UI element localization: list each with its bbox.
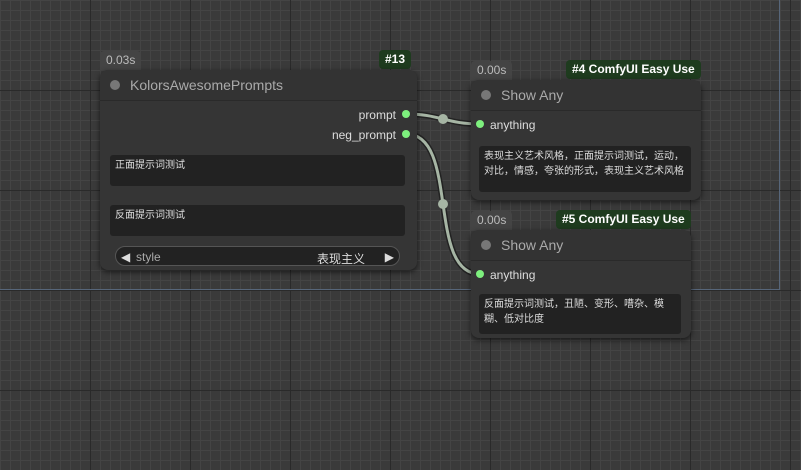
- output-slot-neg-prompt[interactable]: [402, 130, 410, 138]
- style-combo[interactable]: ◀ style 表现主义 ▶: [115, 246, 400, 266]
- style-combo-label: style: [136, 250, 161, 264]
- collapse-dot-icon[interactable]: [110, 80, 120, 90]
- style-combo-value: 表现主义: [316, 252, 365, 266]
- node-exec-time-badge: 0.00s: [471, 211, 513, 230]
- node-exec-time-badge: 0.00s: [471, 61, 513, 80]
- node-title-bar[interactable]: Show Any: [471, 80, 701, 111]
- output-slot-neg-prompt-label: neg_prompt: [331, 128, 396, 142]
- input-slot-anything[interactable]: [476, 120, 484, 128]
- input-slot-anything[interactable]: [476, 270, 484, 278]
- link-prompt-to-show1: [405, 111, 481, 127]
- node-id-badge: #13: [379, 50, 412, 69]
- node-id-badge: #4 ComfyUI Easy Use: [566, 60, 701, 79]
- link-neg-prompt-to-show2: [405, 131, 481, 277]
- node-id-badge: #5 ComfyUI Easy Use: [556, 210, 691, 229]
- output-slot-prompt-label: prompt: [358, 108, 396, 122]
- node-title-bar[interactable]: Show Any: [471, 230, 691, 261]
- link-midpoint-1: [438, 114, 448, 124]
- show-any-output-text[interactable]: 反面提示词测试，丑陋、变形、嘈杂、模糊、低对比度: [479, 294, 681, 334]
- collapse-dot-icon[interactable]: [481, 90, 491, 100]
- combo-right-arrow-icon[interactable]: ▶: [385, 250, 394, 264]
- positive-prompt-textarea[interactable]: 正面提示词测试: [110, 155, 405, 186]
- negative-prompt-textarea[interactable]: 反面提示词测试: [110, 205, 405, 236]
- link-midpoint-2: [438, 199, 448, 209]
- collapse-dot-icon[interactable]: [481, 240, 491, 250]
- input-slot-anything-label: anything: [490, 268, 536, 282]
- show-any-output-text[interactable]: 表现主义艺术风格，正面提示词测试，运动，对比，情感，夸张的形式，表现主义艺术风格: [479, 146, 691, 192]
- node-exec-time-badge: 0.03s: [100, 51, 142, 70]
- input-slot-anything-label: anything: [490, 118, 536, 132]
- combo-left-arrow-icon[interactable]: ◀: [121, 250, 130, 264]
- node-title: Show Any: [501, 237, 564, 253]
- node-title-bar[interactable]: KolorsAwesomePrompts: [100, 70, 417, 101]
- output-slot-prompt[interactable]: [402, 110, 410, 118]
- node-title: Show Any: [501, 87, 564, 103]
- group-border-right: [779, 0, 780, 290]
- kolors-awesome-prompts-node[interactable]: KolorsAwesomePrompts prompt neg_prompt 正…: [100, 70, 417, 270]
- node-title: KolorsAwesomePrompts: [130, 77, 284, 93]
- show-any-node-1[interactable]: Show Any anything 表现主义艺术风格，正面提示词测试，运动，对比…: [471, 80, 701, 200]
- show-any-node-2[interactable]: Show Any anything 反面提示词测试，丑陋、变形、嘈杂、模糊、低对…: [471, 230, 691, 338]
